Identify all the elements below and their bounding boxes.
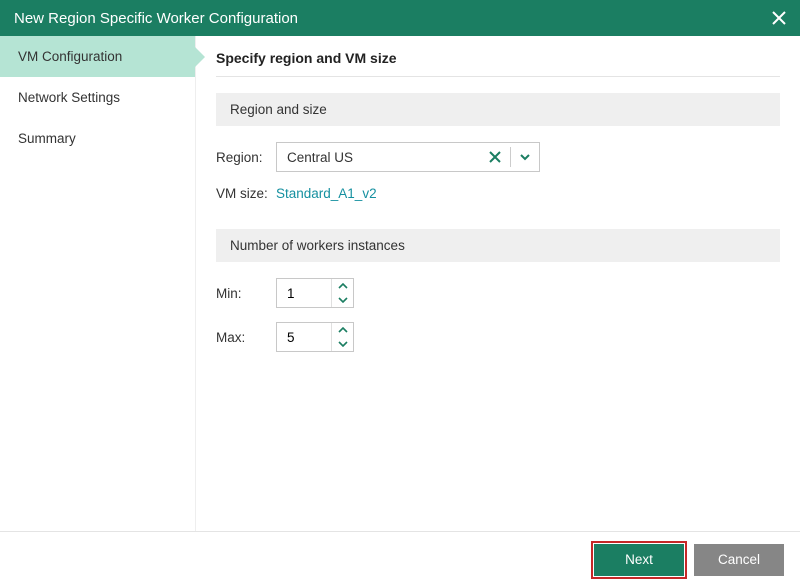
step-label: VM Configuration xyxy=(18,49,122,64)
region-value: Central US xyxy=(277,150,480,165)
step-network-settings[interactable]: Network Settings xyxy=(0,77,195,118)
chevron-up-icon[interactable] xyxy=(332,279,353,293)
region-combobox[interactable]: Central US xyxy=(276,142,540,172)
clear-icon[interactable] xyxy=(480,150,510,164)
section-region-size: Region and size xyxy=(216,93,780,126)
region-field-row: Region: Central US xyxy=(216,142,780,172)
chevron-down-icon[interactable] xyxy=(332,337,353,351)
wizard-steps-sidebar: VM Configuration Network Settings Summar… xyxy=(0,36,196,531)
cancel-button[interactable]: Cancel xyxy=(694,544,784,576)
main-panel: Specify region and VM size Region and si… xyxy=(196,36,800,531)
max-spinner[interactable]: 5 xyxy=(276,322,354,352)
chevron-down-icon[interactable] xyxy=(511,151,539,163)
heading-divider xyxy=(216,76,780,77)
titlebar: New Region Specific Worker Configuration xyxy=(0,0,800,36)
max-label: Max: xyxy=(216,330,276,345)
section-workers-instances: Number of workers instances xyxy=(216,229,780,262)
min-label: Min: xyxy=(216,286,276,301)
min-field-row: Min: 1 xyxy=(216,278,780,308)
dialog-footer: Next Cancel xyxy=(0,531,800,587)
region-label: Region: xyxy=(216,150,276,165)
next-button[interactable]: Next xyxy=(594,544,684,576)
vmsize-link[interactable]: Standard_A1_v2 xyxy=(276,186,377,201)
chevron-down-icon[interactable] xyxy=(332,293,353,307)
page-heading: Specify region and VM size xyxy=(216,50,780,66)
max-field-row: Max: 5 xyxy=(216,322,780,352)
min-spinner[interactable]: 1 xyxy=(276,278,354,308)
max-value[interactable]: 5 xyxy=(277,323,331,351)
vmsize-field-row: VM size: Standard_A1_v2 xyxy=(216,186,780,201)
min-value[interactable]: 1 xyxy=(277,279,331,307)
dialog-title: New Region Specific Worker Configuration xyxy=(14,10,298,27)
vmsize-label: VM size: xyxy=(216,186,276,201)
step-summary[interactable]: Summary xyxy=(0,118,195,159)
step-vm-configuration[interactable]: VM Configuration xyxy=(0,36,195,77)
step-label: Network Settings xyxy=(18,90,120,105)
close-icon[interactable] xyxy=(772,11,786,25)
chevron-up-icon[interactable] xyxy=(332,323,353,337)
step-label: Summary xyxy=(18,131,76,146)
